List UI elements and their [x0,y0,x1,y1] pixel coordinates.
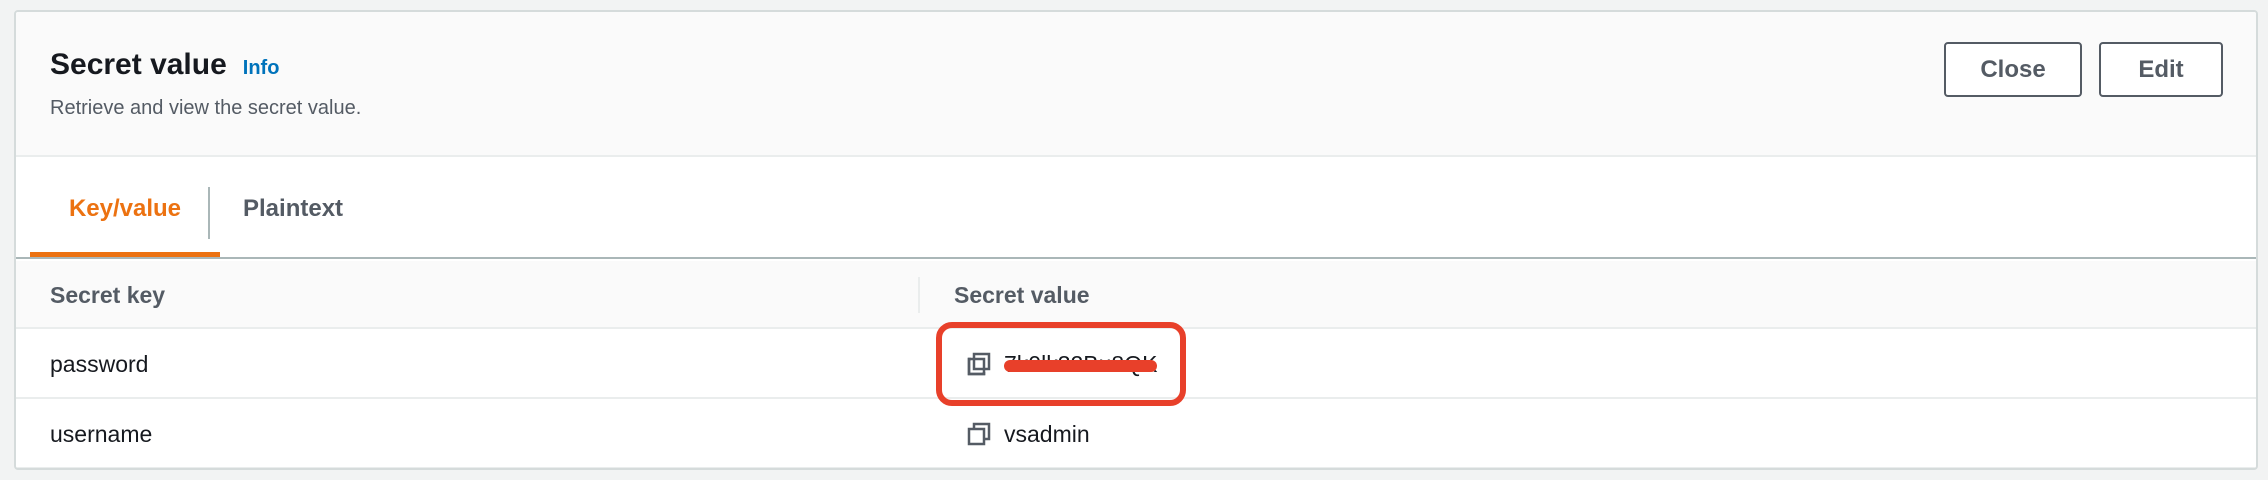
column-divider[interactable] [918,277,920,313]
copy-icon[interactable] [966,421,992,447]
info-link[interactable]: Info [243,57,280,80]
table-row: username vsadmin [16,399,2256,468]
table-row: password 7k0lk32Bu8QK [16,329,2256,399]
tab-key-value[interactable]: Key/value [30,159,220,259]
secret-value-panel: Secret value Info Retrieve and view the … [14,10,2258,470]
column-header-secret-key: Secret key [50,281,166,308]
active-tab-indicator [30,252,220,257]
close-button[interactable]: Close [1944,42,2082,97]
column-header-secret-value: Secret value [954,281,1090,308]
edit-button[interactable]: Edit [2099,42,2223,97]
secret-key-cell: password [50,350,149,377]
title-row: Secret value Info [50,48,279,82]
redaction-mark [1004,359,1158,372]
secret-table: Secret key Secret value password 7k0lk32… [16,261,2256,468]
redacted-password: 7k0lk32Bu8QK [1004,351,1158,378]
page-subtitle: Retrieve and view the secret value. [50,97,362,119]
copy-icon[interactable] [966,351,992,377]
secret-value-cell: 7k0lk32Bu8QK [966,329,1158,399]
tab-divider [208,187,210,239]
secret-value-text: vsadmin [1004,420,1090,447]
secret-key-cell: username [50,420,153,447]
tab-plaintext[interactable]: Plaintext [243,159,403,259]
panel-header: Secret value Info Retrieve and view the … [16,12,2256,157]
secret-value-cell: vsadmin [966,399,1090,468]
tab-bar: Key/value Plaintext [16,159,2256,259]
table-header: Secret key Secret value [16,261,2256,329]
page-title: Secret value [50,48,227,81]
